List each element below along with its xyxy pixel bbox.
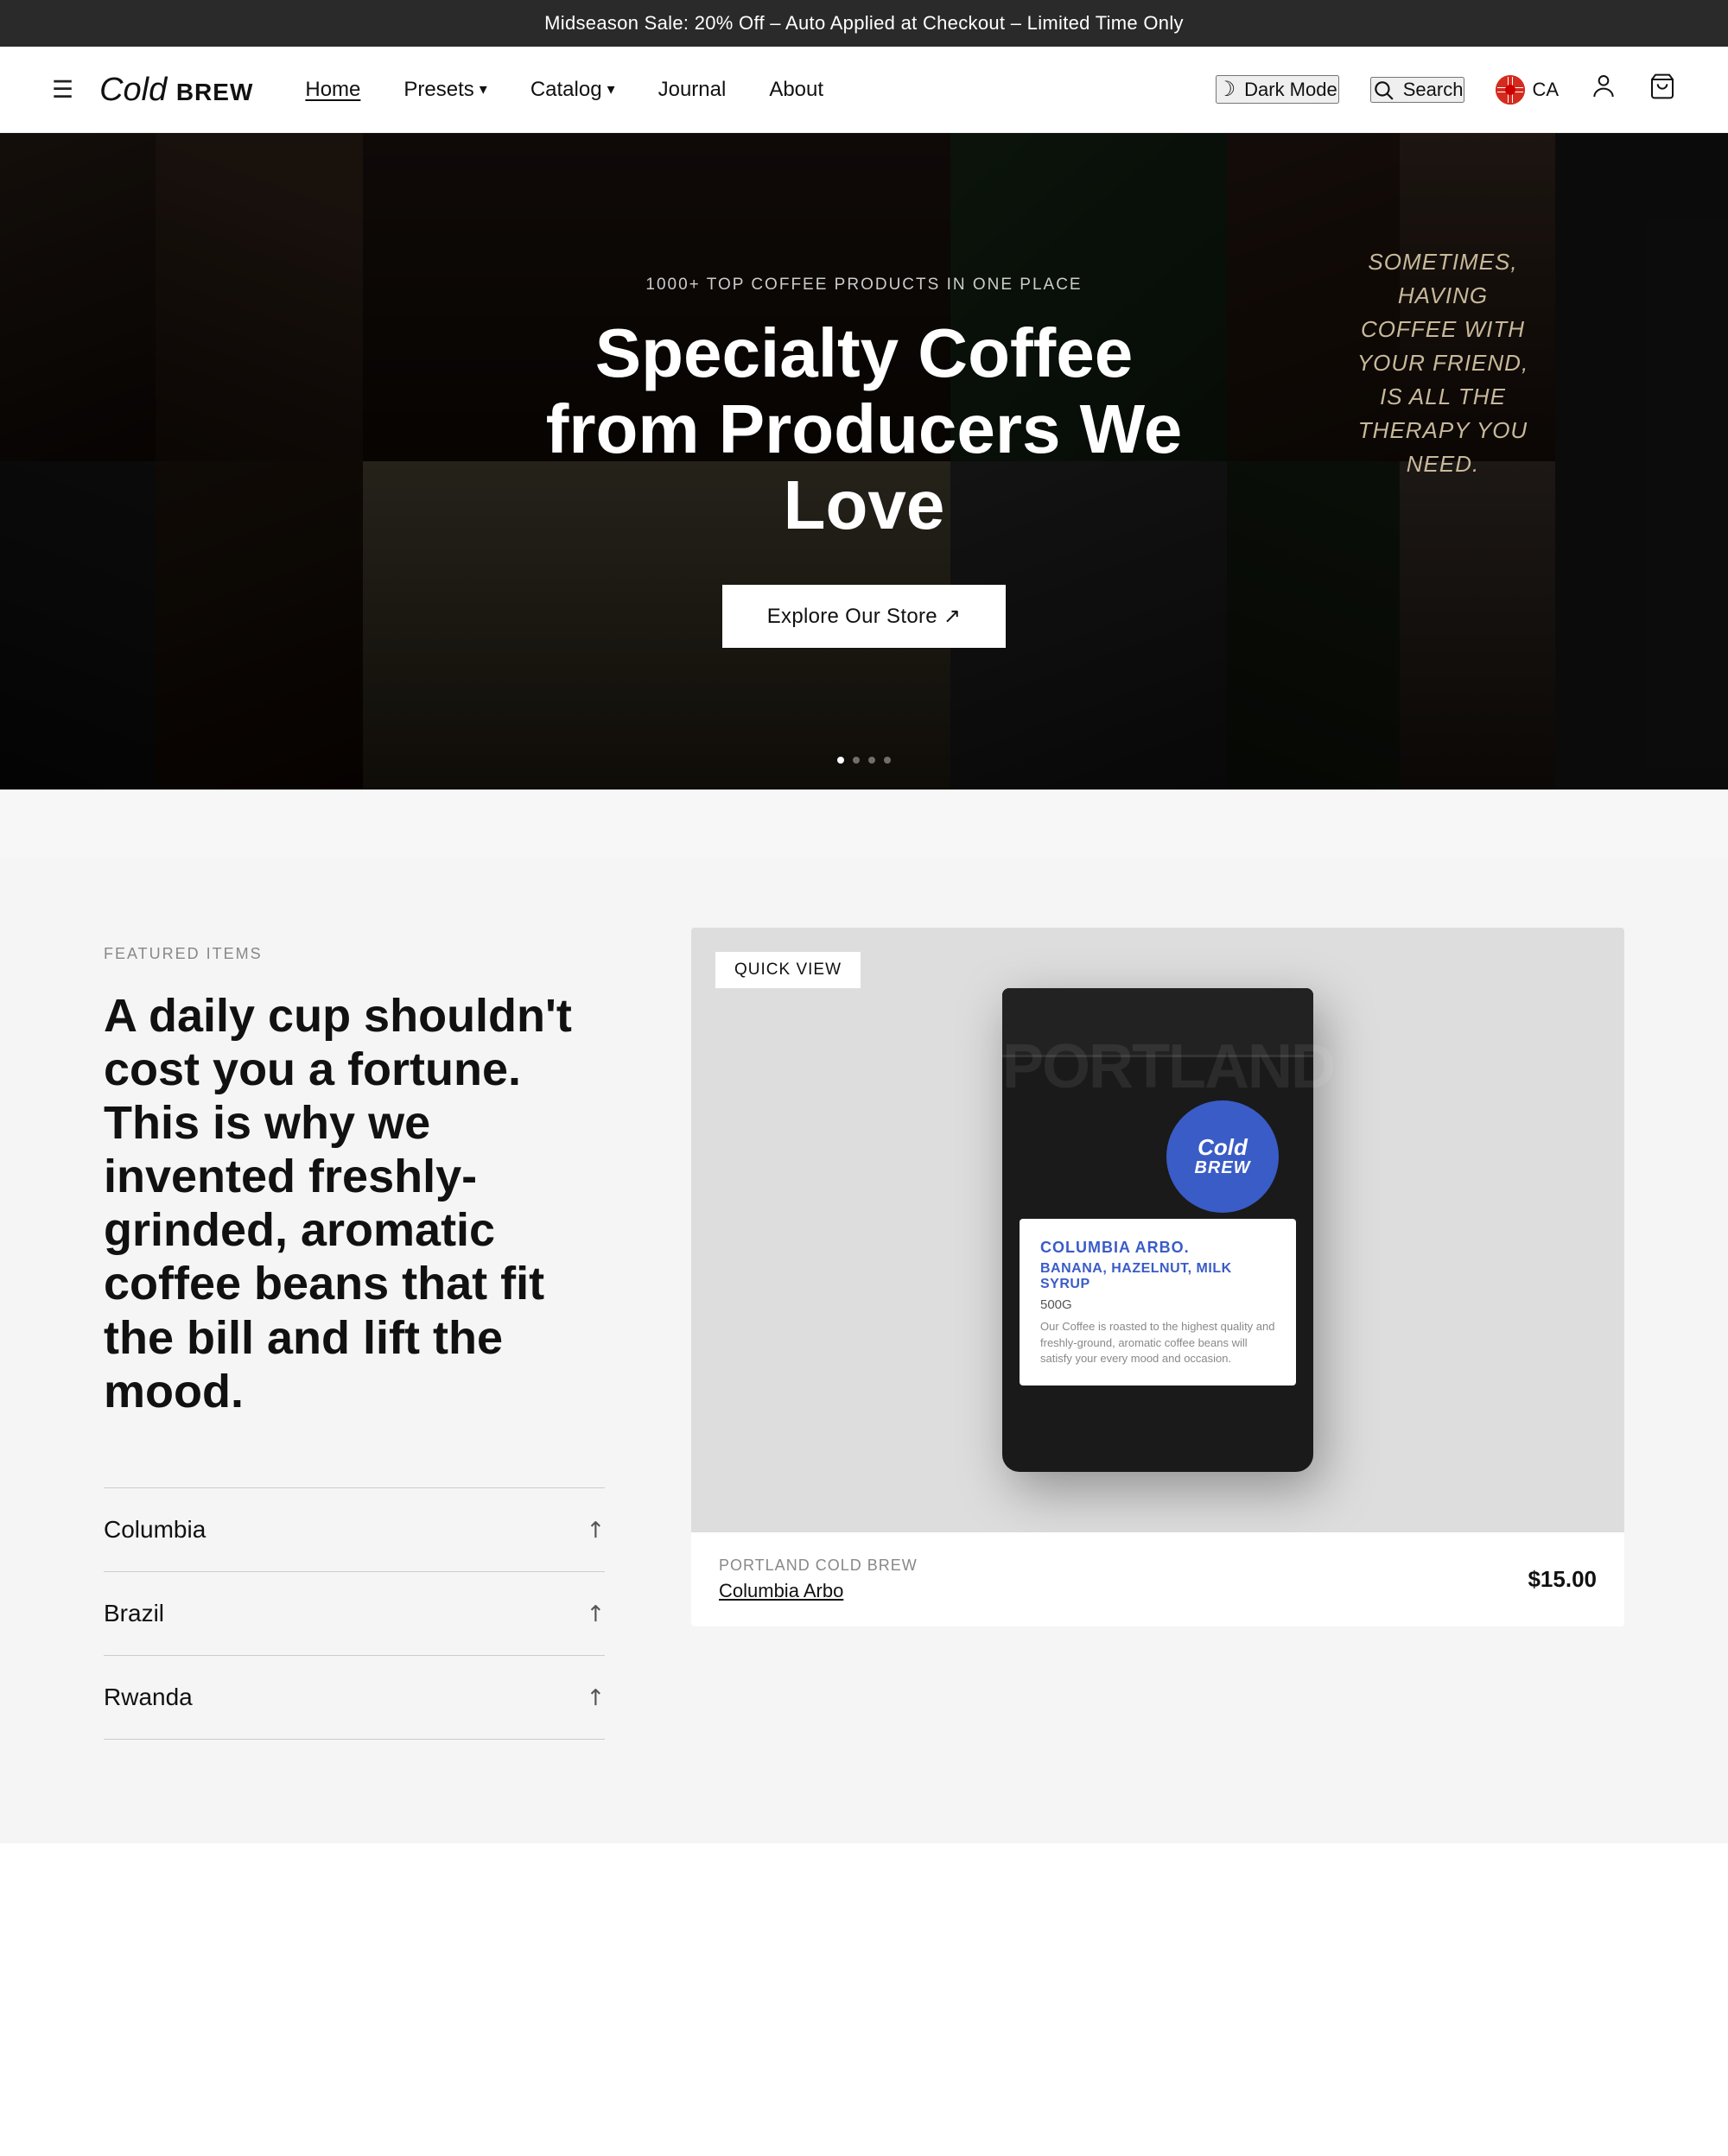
product-card: QUICK VIEW PORTLAND Cold BREW COLUMBIA A… [691, 928, 1624, 1627]
bag-label-desc: BANANA, HAZELNUT, MILK SYRUP [1040, 1261, 1275, 1292]
hero-dot-3[interactable] [868, 757, 875, 764]
locale-button[interactable]: CA [1496, 75, 1559, 105]
nav-home[interactable]: Home [305, 78, 360, 102]
main-nav: Home Presets ▾ Catalog ▾ Journal About [305, 78, 1215, 102]
bag-label-text: Our Coffee is roasted to the highest qua… [1040, 1319, 1275, 1367]
dark-mode-button[interactable]: ☽ Dark Mode [1216, 75, 1339, 104]
list-item-rwanda[interactable]: Rwanda ↗ [104, 1656, 605, 1740]
bag-label: COLUMBIA ARBO. BANANA, HAZELNUT, MILK SY… [1020, 1219, 1296, 1386]
hero-content: 1000+ TOP COFFEE PRODUCTS IN ONE PLACE S… [518, 276, 1210, 648]
featured-headline: A daily cup shouldn't cost you a fortune… [104, 989, 605, 1418]
cart-icon[interactable] [1649, 73, 1676, 107]
moon-icon: ☽ [1217, 77, 1236, 102]
bag-label-weight: 500G [1040, 1297, 1275, 1312]
nav-catalog[interactable]: Catalog ▾ [530, 78, 615, 102]
logo[interactable]: Cold BREW [99, 73, 253, 106]
header: ☰ Cold BREW Home Presets ▾ Catalog ▾ Jou… [0, 47, 1728, 133]
header-actions: ☽ Dark Mode Search CA [1216, 73, 1676, 107]
featured-tag: FEATURED ITEMS [104, 945, 605, 963]
hero-pagination [837, 757, 891, 764]
list-item-columbia[interactable]: Columbia ↗ [104, 1488, 605, 1572]
logo-text: Cold BREW [99, 73, 253, 106]
hero-cta-button[interactable]: Explore Our Store ↗ [722, 585, 1007, 648]
bag-logo-circle: Cold BREW [1166, 1100, 1279, 1213]
list-item-brazil[interactable]: Brazil ↗ [104, 1572, 605, 1656]
hero-section: SOMETIMES, HAVING COFFEE WITH YOUR FRIEN… [0, 133, 1728, 789]
featured-origin-list: Columbia ↗ Brazil ↗ Rwanda ↗ [104, 1487, 605, 1740]
arrow-icon: ↗ [579, 1681, 611, 1713]
section-spacer [0, 789, 1728, 859]
search-icon [1372, 79, 1394, 101]
bag-logo-bold: BREW [1194, 1158, 1250, 1178]
product-image-area: PORTLAND Cold BREW COLUMBIA ARBO. BANANA… [691, 928, 1624, 1532]
chevron-down-icon: ▾ [480, 80, 487, 98]
hero-title: Specialty Coffee from Producers We Love [518, 315, 1210, 543]
flag-icon [1496, 75, 1525, 105]
product-card-name: PORTLAND COLD BREW [719, 1557, 918, 1575]
product-card-price: $15.00 [1528, 1566, 1597, 1593]
featured-left-column: FEATURED ITEMS A daily cup shouldn't cos… [104, 928, 605, 1740]
hero-dot-4[interactable] [884, 757, 891, 764]
bag-label-origin: COLUMBIA ARBO. [1040, 1238, 1275, 1258]
arrow-icon: ↗ [579, 1513, 611, 1545]
announcement-text: Midseason Sale: 20% Off – Auto Applied a… [544, 12, 1184, 34]
product-bag: PORTLAND Cold BREW COLUMBIA ARBO. BANANA… [1002, 988, 1313, 1472]
product-card-variant[interactable]: Columbia Arbo [719, 1580, 918, 1602]
hero-quote: SOMETIMES, HAVING COFFEE WITH YOUR FRIEN… [1348, 245, 1538, 481]
nav-presets[interactable]: Presets ▾ [403, 78, 486, 102]
chevron-down-icon: ▾ [607, 80, 615, 98]
account-icon[interactable] [1590, 73, 1617, 107]
product-card-footer: PORTLAND COLD BREW Columbia Arbo $15.00 [691, 1532, 1624, 1627]
hero-dot-2[interactable] [853, 757, 860, 764]
featured-product-column: QUICK VIEW PORTLAND Cold BREW COLUMBIA A… [691, 928, 1624, 1627]
quick-view-badge[interactable]: QUICK VIEW [715, 952, 861, 988]
product-card-info: PORTLAND COLD BREW Columbia Arbo [719, 1557, 918, 1602]
arrow-icon: ↗ [579, 1597, 611, 1629]
featured-section: FEATURED ITEMS A daily cup shouldn't cos… [0, 859, 1728, 1843]
hero-eyebrow: 1000+ TOP COFFEE PRODUCTS IN ONE PLACE [518, 276, 1210, 295]
nav-about[interactable]: About [769, 78, 823, 102]
nav-journal[interactable]: Journal [658, 78, 727, 102]
bag-logo-italic: Cold [1198, 1136, 1248, 1158]
announcement-bar: Midseason Sale: 20% Off – Auto Applied a… [0, 0, 1728, 47]
search-button[interactable]: Search [1370, 77, 1465, 103]
menu-icon[interactable]: ☰ [52, 75, 73, 104]
bag-brand-large: PORTLAND [1002, 1031, 1313, 1102]
hero-dot-1[interactable] [837, 757, 844, 764]
